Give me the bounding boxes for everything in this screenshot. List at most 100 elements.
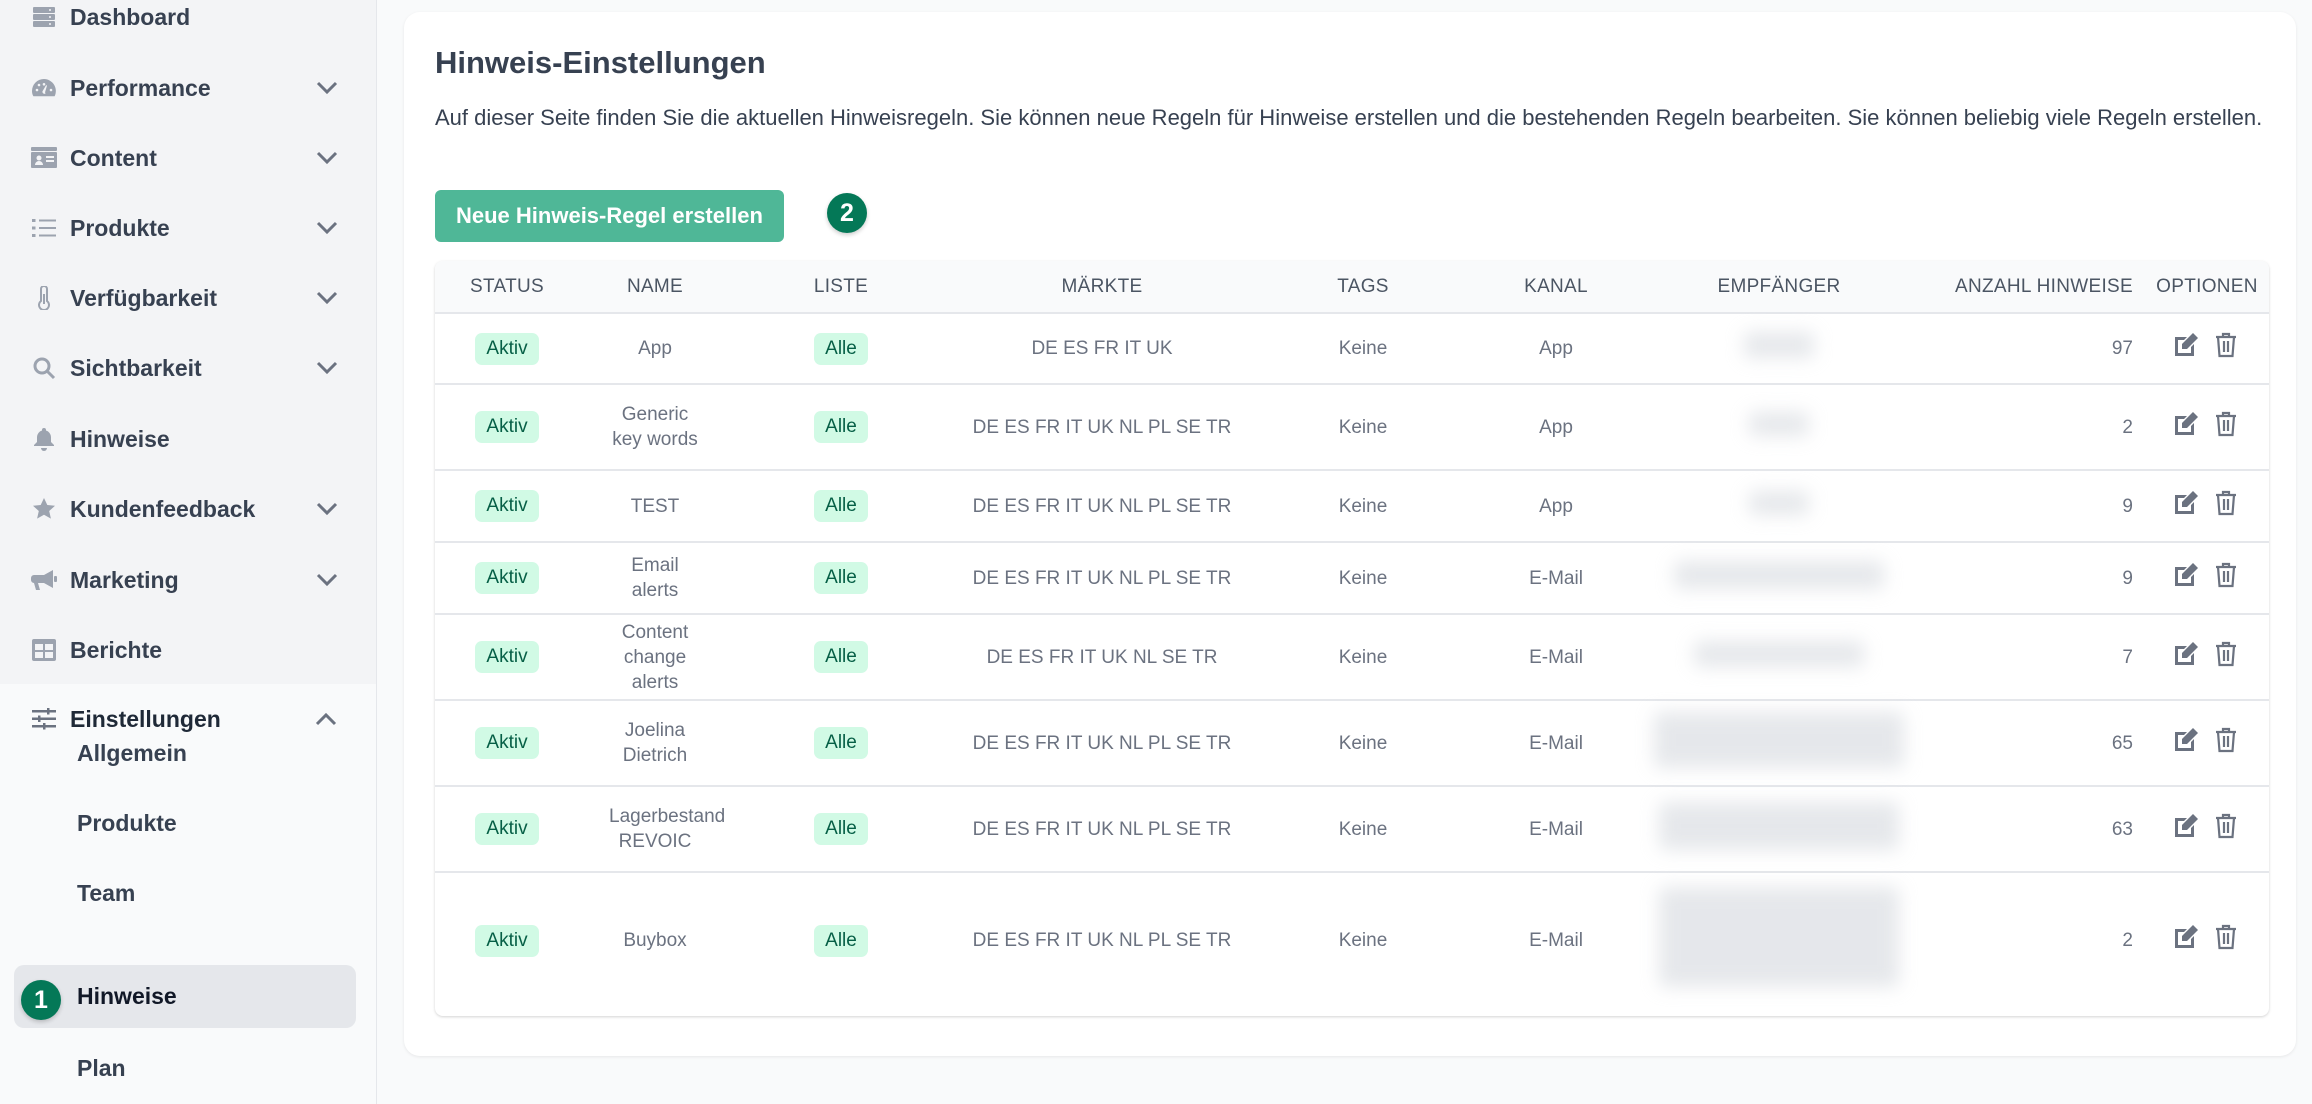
status-cell: Aktiv (435, 384, 579, 471)
kanal-cell: E-Mail (1473, 700, 1639, 787)
edit-icon[interactable] (2173, 490, 2199, 516)
empfaenger-cell (1639, 470, 1919, 543)
edit-icon[interactable] (2173, 924, 2199, 950)
sidebar-subitem-plan[interactable]: Plan (14, 1037, 356, 1099)
sidebar-item-content[interactable]: Content (0, 123, 377, 193)
sidebar-item-label: Berichte (70, 636, 163, 663)
col-header-empfaenger: Empfänger (1639, 261, 1919, 314)
sidebar-item-sichtbarkeit[interactable]: Sichtbarkeit (0, 333, 377, 403)
anzahl-cell: 2 (1919, 384, 2145, 471)
liste-cell: Alle (731, 313, 951, 385)
liste-cell: Alle (731, 542, 951, 615)
sidebar-item-berichte[interactable]: Berichte (0, 615, 377, 685)
col-header-maerkte: Märkte (951, 261, 1253, 314)
anzahl-cell: 7 (1919, 614, 2145, 701)
sidebar-item-performance[interactable]: Performance (0, 53, 377, 123)
list-icon (30, 214, 58, 242)
sidebar-item-kundenfeedback[interactable]: Kundenfeedback (0, 474, 377, 544)
chevron-down-icon[interactable] (315, 216, 339, 240)
liste-badge: Alle (814, 562, 868, 594)
sidebar-item-label: Content (70, 144, 157, 171)
sidebar-item-label: Marketing (70, 566, 179, 593)
trash-icon[interactable] (2215, 813, 2241, 839)
maerkte-cell: DE ES FR IT UK (951, 313, 1253, 385)
edit-icon[interactable] (2173, 727, 2199, 753)
megaphone-icon (30, 566, 58, 594)
tags-cell: Keine (1253, 542, 1473, 615)
empfaenger-cell (1639, 700, 1919, 787)
tags-cell: Keine (1253, 470, 1473, 543)
sidebar-item-label: Verfügbarkeit (70, 284, 217, 311)
table-icon (30, 636, 58, 664)
liste-cell: Alle (731, 872, 951, 1008)
table-row: Aktiv Joelina Dietrich Alle DE ES FR IT … (435, 700, 2269, 787)
name-cell: Lagerbestand REVOIC (579, 786, 731, 873)
maerkte-cell: DE ES FR IT UK NL PL SE TR (951, 786, 1253, 873)
status-badge: Aktiv (475, 411, 539, 443)
chevron-down-icon[interactable] (315, 356, 339, 380)
sidebar-item-label: Performance (70, 74, 211, 101)
redacted-recipient (1694, 640, 1864, 667)
table-row: Aktiv Lagerbestand REVOIC Alle DE ES FR … (435, 786, 2269, 873)
anzahl-cell: 9 (1919, 542, 2145, 615)
col-header-kanal: Kanal (1473, 261, 1639, 314)
tags-cell: Keine (1338, 930, 1388, 951)
tags-cell: Keine (1253, 614, 1473, 701)
redacted-recipient (1654, 711, 1904, 768)
bell-icon (30, 425, 58, 453)
edit-icon[interactable] (2173, 813, 2199, 839)
sidebar-subitem-label: Hinweise (77, 983, 177, 1009)
table-row: Aktiv App Alle DE ES FR IT UK Keine App … (435, 313, 2269, 385)
sidebar-item-verfuegbarkeit[interactable]: Verfügbarkeit (0, 263, 377, 333)
new-rule-button[interactable]: Neue Hinweis-Regel erstellen (435, 190, 784, 242)
trash-icon[interactable] (2215, 490, 2241, 516)
chevron-down-icon[interactable] (315, 497, 339, 521)
trash-icon[interactable] (2215, 411, 2241, 437)
sidebar-item-produkte[interactable]: Produkte (0, 193, 377, 263)
sidebar-item-label: Hinweise (70, 425, 170, 452)
name-cell: Content change alerts (579, 614, 731, 701)
sidebar-subitem-label: Allgemein (77, 739, 187, 766)
sidebar-item-marketing[interactable]: Marketing (0, 545, 377, 615)
liste-badge: Alle (814, 727, 868, 759)
trash-icon[interactable] (2215, 924, 2241, 950)
chevron-down-icon[interactable] (315, 286, 339, 310)
maerkte-cell: DE ES FR IT UK NL SE TR (951, 614, 1253, 701)
sidebar-subitem-allgemein[interactable]: Allgemein (14, 722, 356, 784)
tags-cell: Keine (1253, 313, 1473, 385)
trash-icon[interactable] (2215, 562, 2241, 588)
maerkte-cell: DE ES FR IT UK NL PL SE TR (951, 470, 1253, 543)
chevron-down-icon[interactable] (315, 146, 339, 170)
empfaenger-cell (1639, 313, 1919, 385)
options-cell (2145, 614, 2269, 701)
anzahl-cell: 9 (1919, 470, 2145, 543)
sidebar-subitem-team[interactable]: Team (14, 862, 356, 924)
edit-icon[interactable] (2173, 411, 2199, 437)
options-cell (2145, 313, 2269, 385)
settings-group: Einstellungen Allgemein Produkte Team Hi… (0, 684, 376, 1104)
table-row: Aktiv TEST Alle DE ES FR IT UK NL PL SE … (435, 470, 2269, 543)
trash-icon[interactable] (2215, 641, 2241, 667)
liste-badge: Alle (814, 813, 868, 845)
trash-icon[interactable] (2215, 332, 2241, 358)
edit-icon[interactable] (2173, 562, 2199, 588)
empfaenger-cell (1639, 872, 1919, 1008)
sidebar-subitem-produkte[interactable]: Produkte (14, 792, 356, 854)
name-cell: Buybox (623, 930, 687, 951)
options-cell (2145, 384, 2269, 471)
trash-icon[interactable] (2215, 727, 2241, 753)
options-cell (2145, 786, 2269, 873)
col-header-tags: Tags (1253, 261, 1473, 314)
sidebar-subitem-hinweise[interactable]: Hinweise (14, 965, 356, 1028)
liste-badge: Alle (814, 641, 868, 673)
chevron-down-icon[interactable] (315, 76, 339, 100)
step-badge-1: 1 (21, 980, 61, 1020)
edit-icon[interactable] (2173, 332, 2199, 358)
sidebar-item-dashboard[interactable]: Dashboard (0, 0, 377, 52)
sidebar-item-hinweise[interactable]: Hinweise (0, 404, 377, 474)
sidebar-subitem-label: Team (77, 879, 136, 906)
chevron-down-icon[interactable] (315, 568, 339, 592)
edit-icon[interactable] (2173, 641, 2199, 667)
kanal-cell: E-Mail (1473, 614, 1639, 701)
status-badge: Aktiv (475, 924, 539, 957)
